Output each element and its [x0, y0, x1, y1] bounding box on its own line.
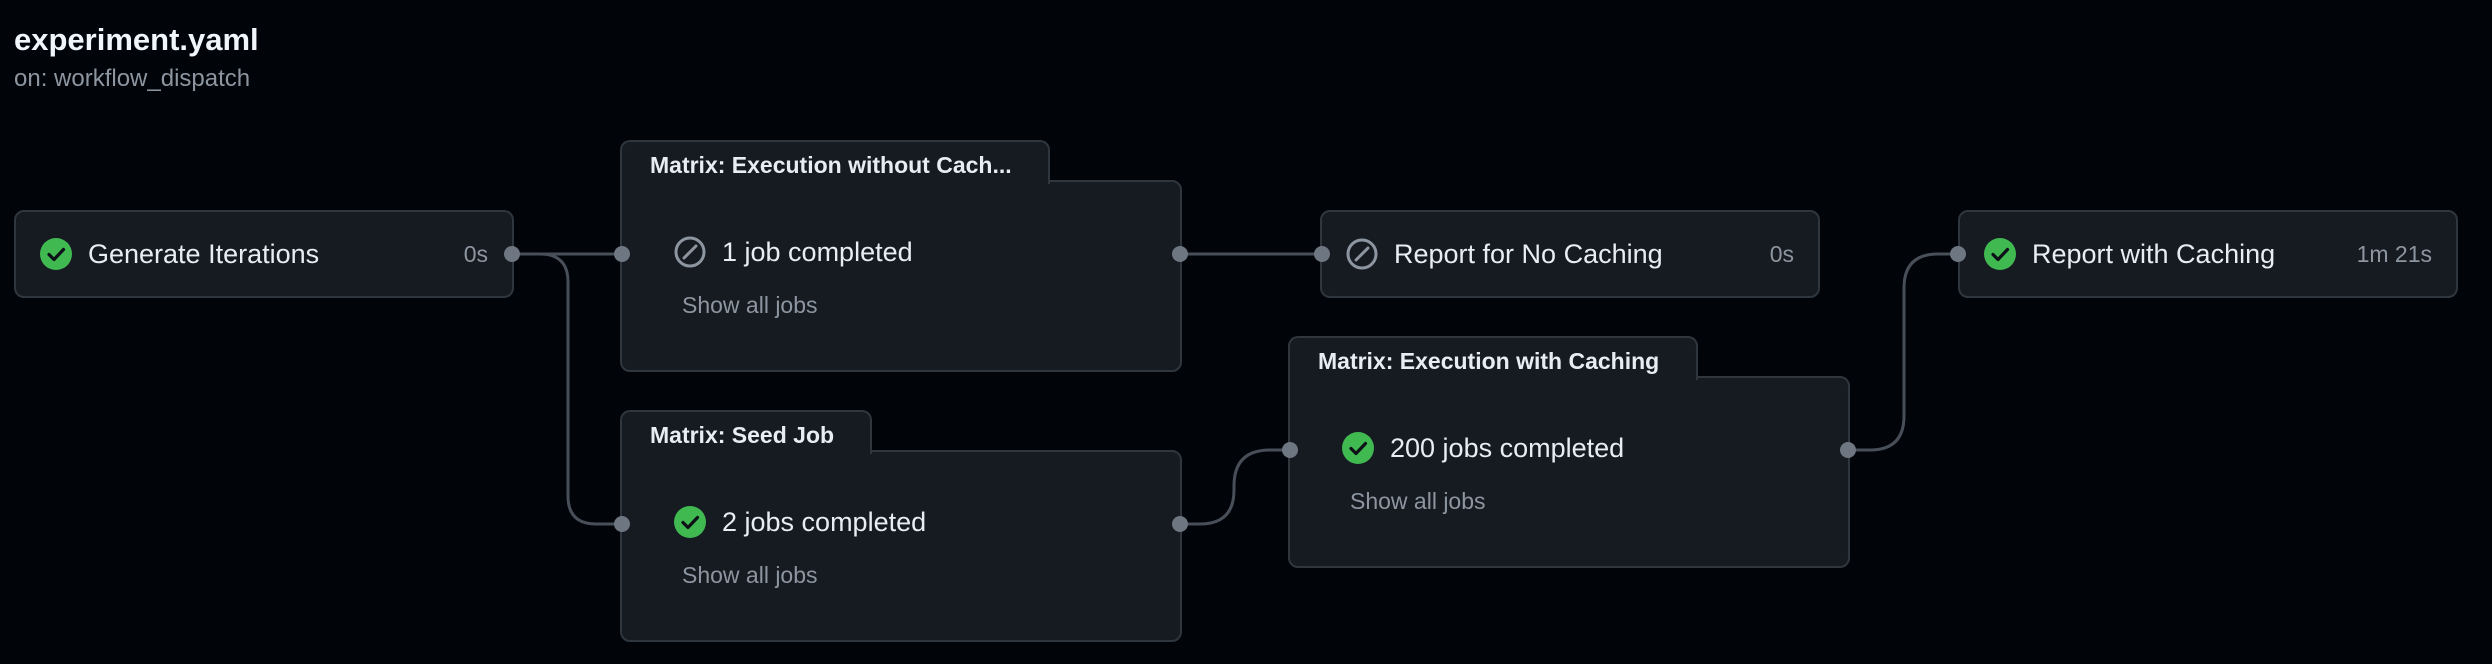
wire-with-cache-to-report — [1848, 252, 1958, 452]
connector-dot-with-cache-in — [1282, 442, 1298, 458]
matrix-summary: 200 jobs completed — [1390, 432, 1625, 463]
matrix-summary-row: 1 job completed — [674, 236, 913, 268]
matrix-title: Matrix: Seed Job — [620, 410, 872, 454]
matrix-summary-row: 2 jobs completed — [674, 506, 926, 538]
matrix-body — [620, 180, 1182, 372]
check-circle-icon — [1342, 432, 1374, 464]
job-label: Generate Iterations — [88, 238, 320, 269]
matrix-body — [1288, 376, 1850, 568]
show-all-jobs-link[interactable]: Show all jobs — [682, 562, 818, 589]
wire-generate-to-seed — [512, 252, 622, 526]
matrix-title: Matrix: Execution with Caching — [1288, 336, 1698, 380]
matrix-execution-with-caching[interactable]: Matrix: Execution with Caching 200 jobs … — [1288, 336, 1850, 568]
show-all-jobs-link[interactable]: Show all jobs — [1350, 488, 1486, 515]
matrix-summary-row: 200 jobs completed — [1342, 432, 1624, 464]
skip-circle-icon — [674, 236, 706, 268]
check-circle-icon — [40, 238, 72, 270]
job-report-with-caching[interactable]: Report with Caching 1m 21s — [1958, 210, 2458, 298]
connector-dot-no-cache-in — [614, 246, 630, 262]
connector-dot-generate-out — [504, 246, 520, 262]
job-label: Report for No Caching — [1394, 238, 1663, 269]
matrix-body — [620, 450, 1182, 642]
job-generate-iterations[interactable]: Generate Iterations 0s — [14, 210, 514, 298]
connector-dot-seed-in — [614, 516, 630, 532]
connector-dot-seed-out — [1172, 516, 1188, 532]
matrix-execution-without-caching[interactable]: Matrix: Execution without Cach... 1 job … — [620, 140, 1182, 372]
matrix-title: Matrix: Execution without Cach... — [620, 140, 1050, 184]
wire-seed-to-with-cache — [1180, 448, 1290, 526]
job-duration: 1m 21s — [2356, 240, 2432, 267]
job-duration: 0s — [1769, 240, 1794, 267]
show-all-jobs-link[interactable]: Show all jobs — [682, 292, 818, 319]
skip-circle-icon — [1346, 238, 1378, 270]
connector-dot-with-cache-out — [1840, 442, 1856, 458]
dependency-wires — [512, 252, 1958, 526]
check-circle-icon — [1984, 238, 2016, 270]
matrix-summary: 2 jobs completed — [722, 506, 927, 537]
matrix-seed-job[interactable]: Matrix: Seed Job 2 jobs completed Show a… — [620, 410, 1182, 642]
job-duration: 0s — [463, 240, 488, 267]
job-report-no-caching[interactable]: Report for No Caching 0s — [1320, 210, 1820, 298]
job-label: Report with Caching — [2032, 238, 2276, 269]
check-circle-icon — [674, 506, 706, 538]
connector-dot-report-no-cache-in — [1314, 246, 1330, 262]
connector-dot-report-cache-in — [1950, 246, 1966, 262]
connector-dot-no-cache-out — [1172, 246, 1188, 262]
matrix-summary: 1 job completed — [722, 236, 913, 267]
